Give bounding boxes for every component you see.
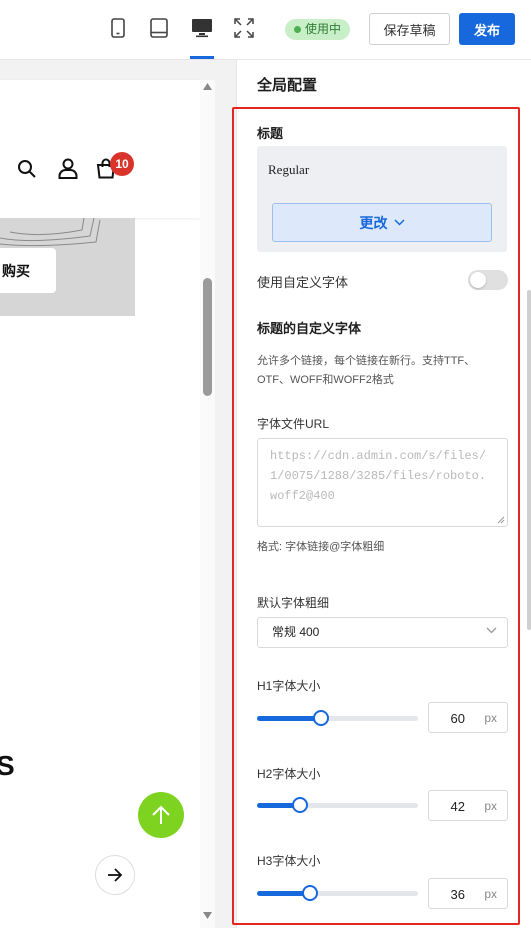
store-preview: 10 购买 S: [0, 60, 236, 928]
default-weight-label: 默认字体粗细: [257, 596, 330, 610]
settings-panel: 全局配置 标题 Regular 更改 使用自定义字体 标题的自定义字体 允许多个…: [232, 60, 531, 928]
h3-size-unit: px: [484, 887, 497, 901]
scroll-up-icon[interactable]: [203, 83, 212, 90]
resize-handle-icon[interactable]: [497, 516, 505, 524]
font-name: Regular: [268, 162, 310, 177]
font-url-placeholder-line: https://cdn.admin.com/s/files/: [270, 449, 487, 463]
slider-handle[interactable]: [292, 797, 309, 813]
h3-size-value: 36: [450, 887, 465, 902]
h1-size-input[interactable]: 60 px: [428, 702, 508, 733]
preview-scrollbar[interactable]: [200, 80, 215, 928]
status-badge: 使用中: [285, 19, 351, 40]
section-heading: S: [0, 750, 15, 781]
font-url-placeholder-line: 1/0075/1288/3285/files/roboto.: [270, 469, 487, 483]
custom-font-title: 标题的自定义字体: [257, 321, 362, 336]
font-url-label: 字体文件URL: [257, 417, 330, 431]
device-mobile-button[interactable]: [104, 14, 132, 42]
device-desktop-button[interactable]: [188, 14, 216, 59]
chevron-down-icon: [393, 219, 405, 226]
font-picker-card: Regular 更改: [257, 146, 507, 252]
user-icon[interactable]: [58, 158, 78, 179]
cart-count-badge: 10: [110, 152, 134, 176]
tablet-icon: [150, 18, 168, 38]
h2-size-unit: px: [484, 799, 497, 813]
slider-handle[interactable]: [313, 710, 330, 726]
slider-handle[interactable]: [302, 885, 319, 901]
change-font-label: 更改: [359, 214, 388, 231]
h1-size-value: 60: [450, 711, 465, 726]
custom-font-help-line1: 允许多个链接，每个链接在新行。支持TTF、: [257, 355, 476, 367]
buy-button[interactable]: 购买: [0, 248, 56, 293]
h2-size-label: H2字体大小: [257, 767, 321, 781]
preview-header: 10: [0, 80, 200, 218]
save-draft-button[interactable]: 保存草稿: [369, 13, 450, 45]
arrow-up-icon: [152, 805, 170, 824]
preview-canvas: 10 购买 S: [0, 80, 200, 928]
slider-fill: [257, 716, 322, 721]
h1-size-slider[interactable]: [257, 710, 418, 726]
font-url-format-hint: 格式: 字体链接@字体粗细: [257, 541, 385, 553]
device-tablet-button[interactable]: [145, 14, 173, 42]
h1-size-label: H1字体大小: [257, 679, 321, 693]
preview-scrollbar-thumb[interactable]: [203, 278, 212, 396]
scroll-down-icon[interactable]: [203, 912, 212, 919]
custom-font-toggle-label: 使用自定义字体: [257, 275, 349, 290]
heading-label: 标题: [257, 126, 284, 141]
custom-font-help-line2: OTF、WOFF和WOFF2格式: [257, 374, 394, 386]
topo-pattern: [0, 218, 101, 247]
h2-size-input[interactable]: 42 px: [428, 790, 508, 821]
font-url-placeholder-line: woff2@400: [270, 489, 335, 503]
h3-size-input[interactable]: 36 px: [428, 878, 508, 909]
h2-size-value: 42: [450, 799, 465, 814]
panel-scrollbar[interactable]: [527, 290, 531, 630]
chevron-down-icon: [486, 627, 497, 634]
top-toolbar: 使用中 保存草稿 发布: [0, 0, 531, 60]
change-font-button[interactable]: 更改: [272, 203, 492, 242]
search-icon[interactable]: [17, 159, 37, 179]
h1-size-unit: px: [484, 711, 497, 725]
default-weight-value: 常规 400: [272, 625, 320, 639]
desktop-icon: [192, 19, 212, 38]
h3-size-label: H3字体大小: [257, 854, 321, 868]
default-weight-select[interactable]: 常规 400: [257, 617, 508, 648]
publish-button[interactable]: 发布: [459, 13, 515, 45]
arrow-right-icon: [108, 868, 123, 882]
device-fullscreen-button[interactable]: [230, 14, 258, 42]
custom-font-toggle[interactable]: [468, 270, 508, 290]
fullscreen-icon: [234, 18, 254, 38]
h2-size-slider[interactable]: [257, 797, 418, 813]
mobile-icon: [111, 18, 125, 38]
font-url-textarea[interactable]: https://cdn.admin.com/s/files/ 1/0075/12…: [257, 438, 508, 527]
next-slide-button[interactable]: [95, 855, 135, 895]
h3-size-slider[interactable]: [257, 885, 418, 901]
back-to-top-button[interactable]: [138, 792, 184, 838]
panel-title: 全局配置: [257, 77, 318, 94]
